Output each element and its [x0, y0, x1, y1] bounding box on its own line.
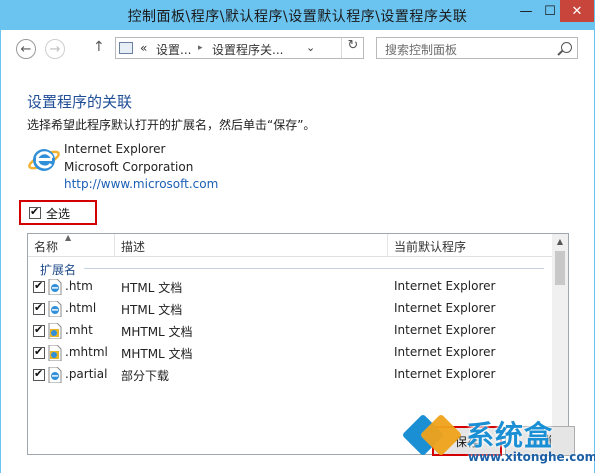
list-header: 名称 ▲ 描述 当前默认程序 [28, 234, 552, 257]
program-url-link[interactable]: http://www.microsoft.com [64, 177, 218, 191]
title-bar: 控制面板\程序\默认程序\设置默认程序\设置程序关联 — ☐ ✕ [0, 0, 595, 30]
breadcrumb-item[interactable]: 设置... [156, 41, 191, 58]
extension-name: .mhtml [65, 345, 108, 359]
select-all-label[interactable]: 全选 [46, 205, 70, 222]
ie-file-icon [48, 367, 62, 383]
extension-description: MHTML 文档 [121, 325, 193, 339]
column-divider[interactable] [387, 234, 388, 256]
back-button[interactable]: ← [16, 39, 36, 59]
program-name: Internet Explorer [64, 142, 166, 156]
window-title: 控制面板\程序\默认程序\设置默认程序\设置程序关联 [127, 9, 468, 25]
current-default-program: Internet Explorer [394, 367, 496, 381]
breadcrumb-item[interactable]: 设置程序关... [212, 41, 283, 58]
search-box[interactable]: 搜索控制面板 [376, 37, 578, 59]
mht-file-icon [48, 345, 62, 361]
watermark-brand: 系统盒 [466, 419, 554, 452]
list-row[interactable]: .htm HTML 文档 Internet Explorer [28, 276, 552, 298]
row-checkbox[interactable] [33, 323, 45, 337]
search-placeholder: 搜索控制面板 [385, 43, 458, 57]
extension-name: .html [65, 301, 97, 315]
row-checkbox[interactable] [33, 345, 45, 359]
program-publisher: Microsoft Corporation [64, 160, 194, 174]
extension-description: MHTML 文档 [121, 347, 193, 361]
address-dropdown-icon[interactable]: ⌄ [306, 41, 315, 54]
extension-name: .partial [65, 367, 108, 381]
list-row[interactable]: .partial 部分下载 Internet Explorer [28, 364, 552, 386]
scroll-up-button[interactable]: ▲ [552, 234, 568, 250]
scrollbar-thumb[interactable] [555, 251, 565, 285]
list-row[interactable]: .html HTML 文档 Internet Explorer [28, 298, 552, 320]
current-default-program: Internet Explorer [394, 323, 496, 337]
watermark: 系统盒 www.xitonghe.com [401, 412, 595, 472]
extension-name: .htm [65, 279, 93, 293]
current-default-program: Internet Explorer [394, 345, 496, 359]
list-row[interactable]: .mht MHTML 文档 Internet Explorer [28, 320, 552, 342]
mht-file-icon [48, 323, 62, 339]
refresh-button[interactable]: ↻ [341, 38, 364, 58]
list-row[interactable]: .mhtml MHTML 文档 Internet Explorer [28, 342, 552, 364]
current-default-program: Internet Explorer [394, 301, 496, 315]
minimize-button[interactable]: — [514, 0, 538, 22]
extension-description: HTML 文档 [121, 281, 183, 295]
search-icon[interactable] [561, 42, 572, 53]
close-button[interactable]: ✕ [560, 0, 594, 22]
row-checkbox[interactable] [33, 301, 45, 315]
column-header-description[interactable]: 描述 [121, 238, 145, 255]
control-panel-icon [119, 42, 133, 54]
navigation-bar: ← → ↑ « 设置... ▸ 设置程序关... ⌄ ↻ 搜索控制面板 [0, 30, 595, 66]
current-default-program: Internet Explorer [394, 279, 496, 293]
address-bar[interactable]: « 设置... ▸ 设置程序关... ⌄ [115, 37, 364, 59]
breadcrumb-separator-icon[interactable]: ▸ [198, 43, 203, 53]
instruction-text: 选择希望此程序默认打开的扩展名，然后单击“保存”。 [27, 118, 316, 132]
column-header-current-default[interactable]: 当前默认程序 [394, 238, 466, 255]
row-checkbox[interactable] [33, 279, 45, 293]
extension-description: HTML 文档 [121, 303, 183, 317]
sort-ascending-icon: ▲ [65, 233, 72, 242]
extension-description: 部分下载 [121, 369, 170, 383]
row-checkbox[interactable] [33, 367, 45, 381]
column-divider[interactable] [114, 234, 115, 256]
page-title: 设置程序的关联 [27, 93, 133, 111]
watermark-url: www.xitonghe.com [468, 450, 595, 464]
up-button[interactable]: ↑ [93, 39, 105, 55]
ie-file-icon [48, 279, 62, 295]
internet-explorer-icon [28, 149, 60, 171]
select-all-checkbox[interactable] [29, 205, 41, 219]
ie-file-icon [48, 301, 62, 317]
maximize-button[interactable]: ☐ [538, 0, 562, 22]
column-header-name[interactable]: 名称 [34, 238, 58, 255]
extension-name: .mht [65, 323, 93, 337]
address-overflow[interactable]: « [140, 41, 147, 55]
select-all-highlight: 全选 [19, 200, 97, 225]
forward-button[interactable]: → [45, 39, 65, 59]
group-divider [84, 268, 544, 269]
